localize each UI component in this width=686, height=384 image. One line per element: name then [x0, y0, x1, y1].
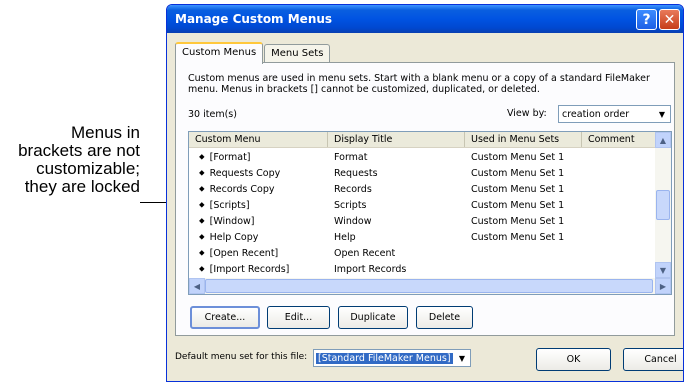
- row-custom-menu: Help Copy: [209, 231, 259, 243]
- row-custom-menu: [Import Records]: [209, 263, 290, 275]
- edit-button[interactable]: Edit...: [267, 306, 330, 329]
- row-used-in-menu-sets: Custom Menu Set 1: [471, 183, 565, 195]
- list-item[interactable]: ⬥ [Format] Format Custom Menu Set 1: [189, 149, 657, 165]
- list-item[interactable]: ⬥ [Import Records] Import Records: [189, 261, 657, 277]
- callout-line-4: they are locked: [24, 177, 140, 196]
- drag-handle-icon[interactable]: ⬥: [199, 200, 205, 210]
- column-header-comment[interactable]: Comment: [582, 132, 657, 147]
- callout-text: Menus in brackets are not customizable; …: [0, 124, 140, 196]
- column-header-custom-menu[interactable]: Custom Menu: [189, 132, 328, 147]
- help-icon: ?: [642, 11, 651, 28]
- close-icon: ✕: [663, 11, 676, 28]
- row-custom-menu: [Format]: [209, 151, 251, 163]
- tab-custom-menus[interactable]: Custom Menus: [175, 42, 264, 64]
- view-by-label: View by:: [507, 108, 547, 119]
- row-display-title: Help: [334, 231, 356, 243]
- list-item[interactable]: ⬥ Requests Copy Requests Custom Menu Set …: [189, 165, 657, 181]
- callout-line-1: Menus in: [71, 123, 140, 142]
- row-custom-menu: Requests Copy: [209, 167, 281, 179]
- help-button[interactable]: ?: [636, 9, 657, 30]
- row-used-in-menu-sets: Custom Menu Set 1: [471, 199, 565, 211]
- row-display-title: Open Recent: [334, 247, 396, 259]
- list-header: Custom Menu Display Title Used in Menu S…: [189, 132, 671, 148]
- cancel-button[interactable]: Cancel: [623, 348, 683, 371]
- row-used-in-menu-sets: Custom Menu Set 1: [471, 151, 565, 163]
- row-custom-menu: [Open Recent]: [209, 247, 279, 259]
- ok-button[interactable]: OK: [536, 348, 611, 371]
- row-used-in-menu-sets: Custom Menu Set 1: [471, 231, 565, 243]
- description-text: Custom menus are used in menu sets. Star…: [188, 73, 650, 95]
- row-used-in-menu-sets: [465, 245, 582, 261]
- item-count: 30 item(s): [188, 109, 237, 120]
- manage-custom-menus-dialog: Manage Custom Menus ? ✕ Custom Menus Men…: [166, 4, 684, 382]
- custom-menu-list[interactable]: Custom Menu Display Title Used in Menu S…: [188, 131, 672, 295]
- list-item[interactable]: ⬥ Help Copy Help Custom Menu Set 1: [189, 229, 657, 245]
- custom-menus-panel: Custom menus are used in menu sets. Star…: [175, 62, 675, 336]
- default-menu-set-label: Default menu set for this file:: [175, 352, 308, 362]
- row-used-in-menu-sets: Custom Menu Set 1: [471, 215, 565, 227]
- window-title: Manage Custom Menus: [175, 12, 333, 26]
- scroll-down-icon[interactable]: ▼: [655, 262, 671, 278]
- row-display-title: Window: [334, 215, 372, 227]
- list-item[interactable]: ⬥ [Open Recent] Open Recent: [189, 245, 657, 261]
- column-header-used-in-menu-sets[interactable]: Used in Menu Sets: [465, 132, 582, 147]
- tab-menu-sets[interactable]: Menu Sets: [264, 44, 331, 63]
- scroll-right-icon[interactable]: ▶: [655, 278, 671, 294]
- list-item[interactable]: ⬥ [Scripts] Scripts Custom Menu Set 1: [189, 197, 657, 213]
- create-button[interactable]: Create...: [190, 306, 260, 329]
- drag-handle-icon[interactable]: ⬥: [199, 264, 205, 274]
- horizontal-scrollbar[interactable]: ◀ ▶: [189, 278, 671, 294]
- title-bar: Manage Custom Menus ? ✕: [167, 5, 683, 33]
- callout-line-2: brackets are not: [18, 141, 140, 160]
- drag-handle-icon[interactable]: ⬥: [199, 216, 205, 226]
- vertical-scroll-thumb[interactable]: [656, 190, 670, 220]
- row-display-title: Requests: [334, 167, 378, 179]
- list-rows: ⬥ [Format] Format Custom Menu Set 1 ⬥ Requ…: [189, 149, 657, 277]
- row-display-title: Format: [334, 151, 368, 163]
- default-menu-set-select[interactable]: [Standard FileMaker Menus] ▼: [313, 349, 471, 367]
- drag-handle-icon[interactable]: ⬥: [199, 168, 205, 178]
- vertical-scrollbar[interactable]: ▲ ▼: [655, 132, 671, 278]
- duplicate-button[interactable]: Duplicate: [338, 306, 408, 329]
- tab-strip: Custom Menus Menu Sets: [175, 41, 331, 64]
- view-by-select[interactable]: creation order ▼: [558, 105, 671, 123]
- row-custom-menu: [Window]: [209, 215, 255, 227]
- row-display-title: Records: [334, 183, 372, 195]
- scroll-left-icon[interactable]: ◀: [189, 278, 205, 294]
- chevron-down-icon: ▼: [654, 106, 670, 122]
- horizontal-scroll-thumb[interactable]: [205, 279, 653, 293]
- row-display-title: Scripts: [334, 199, 367, 211]
- callout-line-3: customizable;: [36, 159, 140, 178]
- chevron-down-icon: ▼: [454, 350, 470, 366]
- list-item[interactable]: ⬥ [Window] Window Custom Menu Set 1: [189, 213, 657, 229]
- drag-handle-icon[interactable]: ⬥: [199, 184, 205, 194]
- drag-handle-icon[interactable]: ⬥: [199, 248, 205, 258]
- default-menu-set-value: [Standard FileMaker Menus]: [316, 352, 453, 364]
- row-custom-menu: [Scripts]: [209, 199, 250, 211]
- scroll-up-icon[interactable]: ▲: [655, 132, 671, 148]
- row-custom-menu: Records Copy: [209, 183, 275, 195]
- column-header-display-title[interactable]: Display Title: [328, 132, 465, 147]
- row-used-in-menu-sets: [465, 261, 582, 277]
- delete-button[interactable]: Delete: [416, 306, 473, 329]
- drag-handle-icon[interactable]: ⬥: [199, 152, 205, 162]
- close-button[interactable]: ✕: [659, 9, 680, 30]
- list-item[interactable]: ⬥ Records Copy Records Custom Menu Set 1: [189, 181, 657, 197]
- view-by-value: creation order: [562, 108, 630, 120]
- row-used-in-menu-sets: Custom Menu Set 1: [471, 167, 565, 179]
- row-display-title: Import Records: [334, 263, 407, 275]
- drag-handle-icon[interactable]: ⬥: [199, 232, 205, 242]
